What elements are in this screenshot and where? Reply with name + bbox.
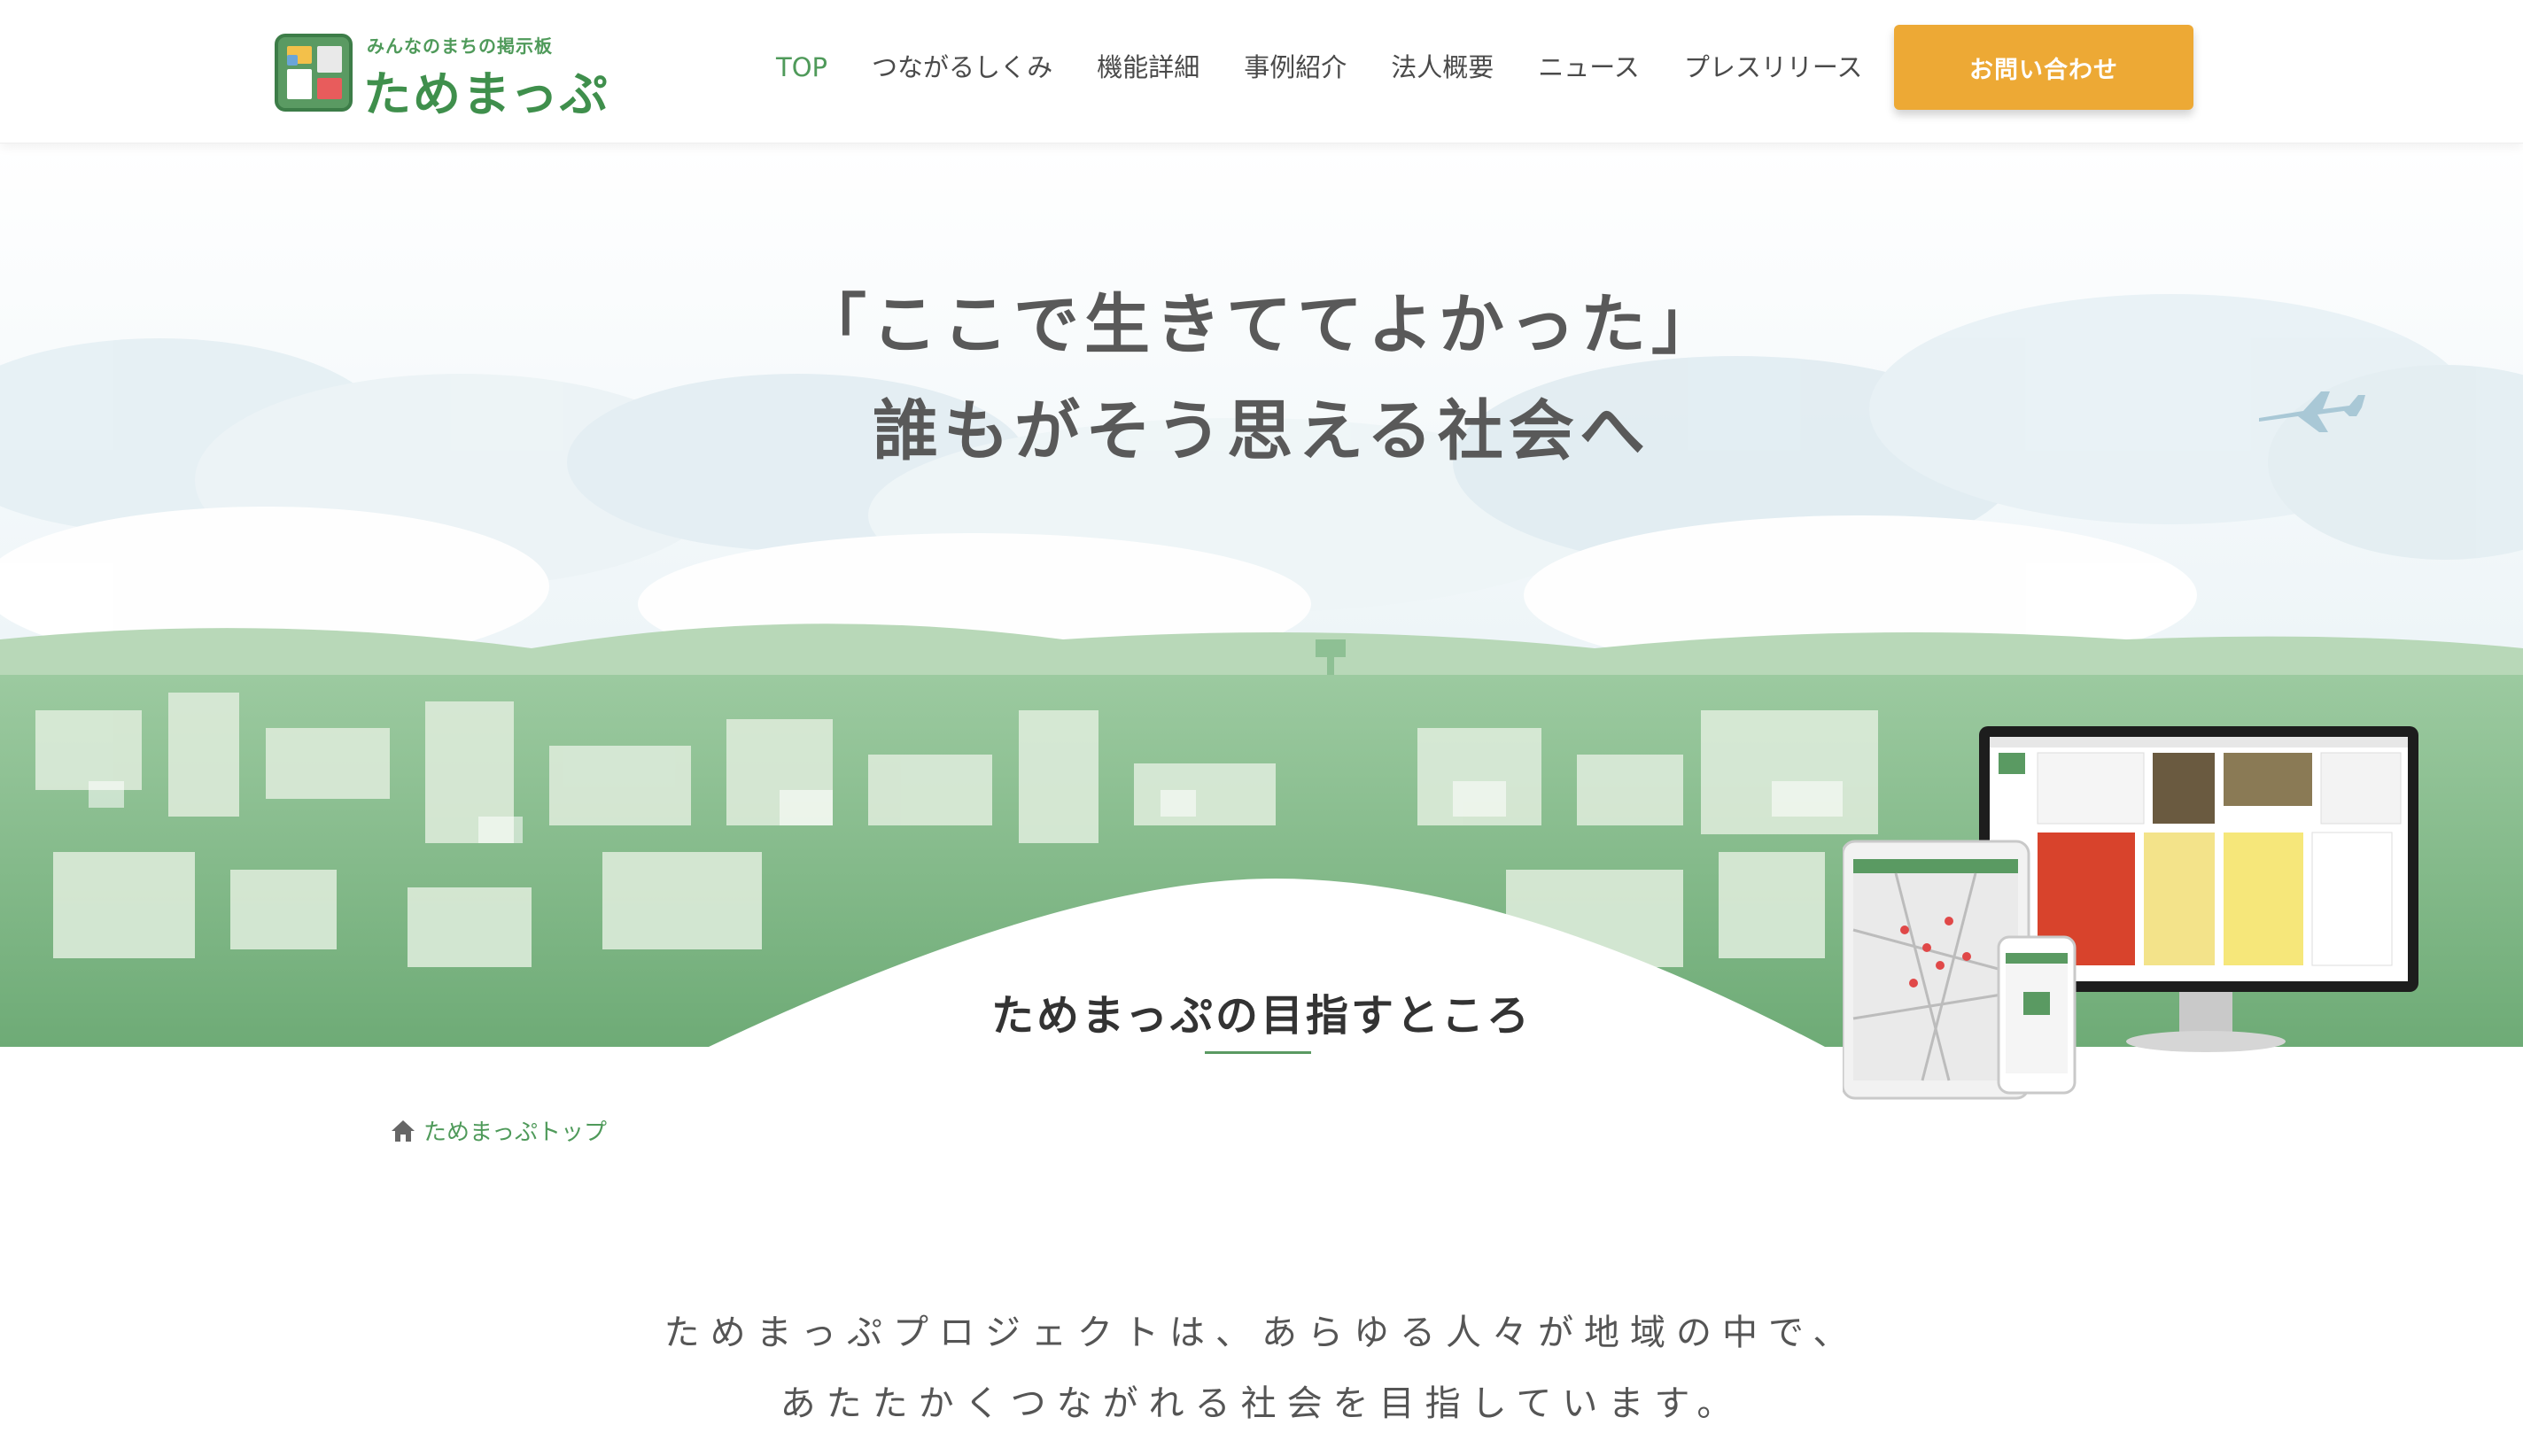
nav-case-studies[interactable]: 事例紹介 bbox=[1244, 50, 1347, 85]
device-mockup-image bbox=[1843, 726, 2418, 1100]
breadcrumb: ためまっぷトップ bbox=[390, 1114, 607, 1147]
nav-news[interactable]: ニュース bbox=[1538, 50, 1640, 85]
breadcrumb-home-link[interactable]: ためまっぷトップ bbox=[423, 1114, 607, 1147]
logo-tagline: みんなのまちの掲示板 bbox=[367, 35, 553, 57]
nav-features[interactable]: 機能詳細 bbox=[1097, 50, 1199, 85]
headline-line-2: 誰もがそう思える社会へ bbox=[873, 393, 1650, 469]
nav-top[interactable]: TOP bbox=[776, 50, 827, 85]
hero-headline: 「ここで生きててよかった」 誰もがそう思える社会へ bbox=[0, 272, 2523, 484]
logo-name: ためまっぷ bbox=[363, 66, 609, 122]
main-nav: TOP つながるしくみ 機能詳細 事例紹介 法人概要 ニュース プレスリリース bbox=[776, 50, 1906, 85]
intro-text: ためまっぷプロジェクトは、あらゆる人々が地域の中で、 あたたかくつながれる社会を… bbox=[0, 1297, 2523, 1439]
site-logo[interactable]: みんなのまちの掲示板 ためまっぷ bbox=[275, 30, 608, 122]
contact-button[interactable]: お問い合わせ bbox=[1894, 25, 2193, 110]
nav-tsunagaru-shikumi[interactable]: つながるしくみ bbox=[872, 50, 1052, 85]
page: みんなのまちの掲示板 ためまっぷ TOP つながるしくみ 機能詳細 事例紹介 法… bbox=[0, 0, 2523, 1456]
nav-press-release[interactable]: プレスリリース bbox=[1684, 50, 1863, 85]
home-icon bbox=[392, 1119, 415, 1142]
intro-line-2: あたたかくつながれる社会を目指しています。 bbox=[780, 1383, 1743, 1424]
headline-line-1: 「ここで生きててよかった」 bbox=[801, 287, 1722, 363]
intro-line-1: ためまっぷプロジェクトは、あらゆる人々が地域の中で、 bbox=[664, 1313, 1859, 1353]
nav-company[interactable]: 法人概要 bbox=[1391, 50, 1494, 85]
logo-mark-icon bbox=[275, 34, 353, 112]
site-header: みんなのまちの掲示板 ためまっぷ TOP つながるしくみ 機能詳細 事例紹介 法… bbox=[0, 0, 2523, 143]
heading-underline bbox=[1205, 1051, 1311, 1054]
